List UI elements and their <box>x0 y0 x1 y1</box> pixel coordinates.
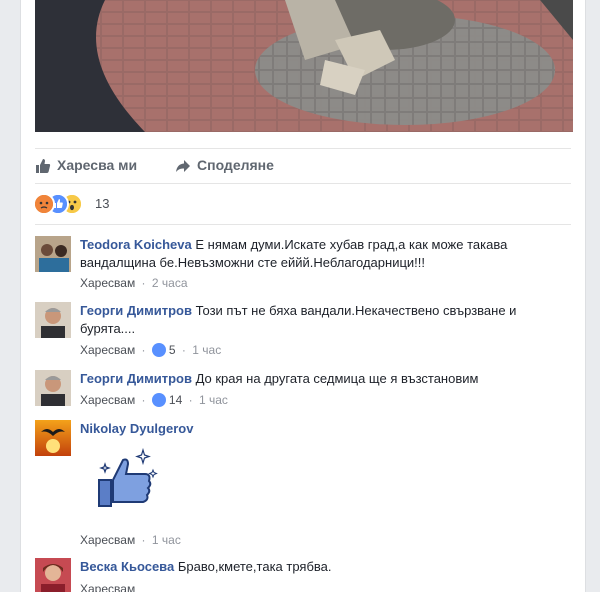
comment-item: Teodora Koicheva Е нямам думи.Искате хуб… <box>35 236 571 292</box>
meta-separator: · <box>181 343 186 357</box>
post-photo[interactable] <box>35 0 573 132</box>
comment-text: Браво,кмете,така трябва. <box>177 559 332 574</box>
comment-body: Георги Димитров Този път не бяха вандали… <box>80 302 560 338</box>
post-actions-bar: Харесва ми Споделяне <box>35 148 571 184</box>
thumbs-up-icon <box>36 159 51 174</box>
meta-separator: · <box>188 393 193 407</box>
angry-icon <box>33 193 55 215</box>
comment-like-link[interactable]: Харесвам <box>80 343 135 357</box>
comment-like-link[interactable]: Харесвам <box>80 276 135 290</box>
avatar[interactable] <box>35 236 71 272</box>
comment-body: Веска Кьосева Браво,кмете,така трябва. <box>80 558 560 576</box>
comment-like-count[interactable]: 14 <box>169 393 182 407</box>
comment-meta: Харесвам · 2 часа <box>80 276 188 290</box>
reactions-count[interactable]: 13 <box>95 196 109 211</box>
comment-text: До края на другата седмица ще я възстано… <box>195 371 479 386</box>
comment-like-link[interactable]: Харесвам <box>80 393 135 407</box>
comment-like-count[interactable]: 5 <box>169 343 176 357</box>
like-button[interactable]: Харесва ми <box>35 157 137 174</box>
post-card: Харесва ми Споделяне 13 Teodora Koicheva… <box>20 0 586 592</box>
comment-item: Nikolay Dyulgerov Харесвам · 1 час <box>35 420 571 550</box>
comment-author[interactable]: Георги Димитров <box>80 303 192 318</box>
divider <box>35 224 571 225</box>
comment-item: Георги Димитров Този път не бяха вандали… <box>35 302 571 360</box>
comment-like-link[interactable]: Харесвам <box>80 582 135 592</box>
avatar[interactable] <box>35 420 71 456</box>
meta-separator: · <box>141 343 146 357</box>
comment-item: Георги Димитров До края на другата седми… <box>35 370 571 410</box>
avatar[interactable] <box>35 558 71 592</box>
comment-body: Nikolay Dyulgerov <box>80 420 560 438</box>
meta-separator: · <box>141 393 146 407</box>
share-icon <box>176 160 190 173</box>
comment-author[interactable]: Nikolay Dyulgerov <box>80 421 193 436</box>
share-button[interactable]: Споделяне <box>175 157 274 174</box>
comment-meta: Харесвам · 5 · 1 час <box>80 343 221 357</box>
comment-like-link[interactable]: Харесвам <box>80 533 135 547</box>
avatar[interactable] <box>35 302 71 338</box>
comment-meta: Харесвам · 14 · 1 час <box>80 393 228 407</box>
comment-time[interactable]: 1 час <box>152 533 181 547</box>
comment-time[interactable]: 2 часа <box>152 276 188 290</box>
comment-time[interactable]: 1 час <box>192 343 221 357</box>
like-label: Харесва ми <box>57 157 138 173</box>
comment-body: Георги Димитров До края на другата седми… <box>80 370 560 388</box>
comment-author[interactable]: Teodora Koicheva <box>80 237 192 252</box>
meta-separator: · <box>141 533 146 547</box>
comment-body: Teodora Koicheva Е нямам думи.Искате хуб… <box>80 236 560 272</box>
comment-time[interactable]: 1 час <box>199 393 228 407</box>
comment-author[interactable]: Веска Кьосева <box>80 559 174 574</box>
like-count-icon <box>151 343 166 357</box>
meta-separator: · <box>141 276 146 290</box>
like-count-icon <box>151 393 166 407</box>
comment-meta: Харесвам · 1 час <box>80 533 181 547</box>
comment-author[interactable]: Георги Димитров <box>80 371 192 386</box>
comment-item: Веска Кьосева Браво,кмете,така трябва. Х… <box>35 558 571 592</box>
thumbs-up-sticker[interactable] <box>95 447 159 512</box>
avatar[interactable] <box>35 370 71 406</box>
share-label: Споделяне <box>197 157 274 173</box>
comment-meta: Харесвам <box>80 582 135 592</box>
